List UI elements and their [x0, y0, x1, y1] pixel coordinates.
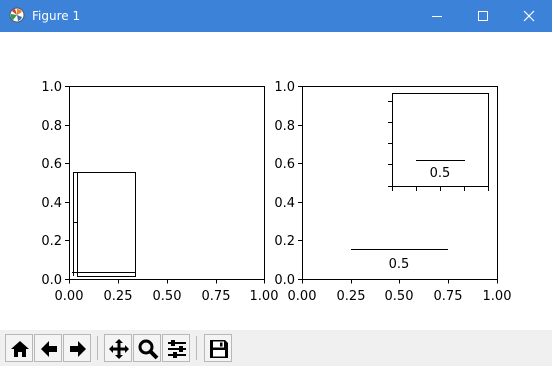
- save-icon: [210, 340, 228, 358]
- close-button[interactable]: [506, 0, 552, 32]
- minimize-button[interactable]: [414, 0, 460, 32]
- maximize-button[interactable]: [460, 0, 506, 32]
- left-xtick-label: 0.25: [104, 289, 133, 304]
- close-icon: [523, 10, 535, 22]
- left-xtick-label: 0.75: [202, 289, 231, 304]
- right-ytick-label: 0.0: [274, 273, 295, 288]
- zoom-button[interactable]: [133, 334, 161, 362]
- left-ytick-label: 0.6: [41, 157, 62, 172]
- forward-icon: [70, 341, 86, 357]
- right-xtick-label: 0.50: [385, 289, 414, 304]
- maximize-icon: [478, 11, 488, 21]
- matplotlib-icon: [9, 7, 25, 23]
- right-ytick-label: 0.8: [274, 119, 295, 134]
- left-xtick-label: 1.00: [250, 289, 279, 304]
- right-xtick-label: 0.25: [337, 289, 366, 304]
- toolbar-separator: [97, 336, 98, 360]
- pan-button[interactable]: [104, 334, 132, 362]
- back-icon: [41, 341, 57, 357]
- left-ytick-label: 0.8: [41, 119, 62, 134]
- figure-canvas[interactable]: 0.00 0.25 0.50 0.75 1.00 0.0 0.2 0.4 0.6…: [0, 32, 552, 330]
- minimize-icon: [432, 16, 442, 17]
- home-icon: [11, 341, 29, 357]
- right-axes: 0.00 0.25 0.50 0.75 1.00 0.0 0.2 0.4 0.6…: [274, 80, 511, 304]
- left-inset-axes: [72, 172, 136, 277]
- left-xtick-label: 0.00: [55, 289, 84, 304]
- right-inset-axes: 0.5: [388, 93, 489, 191]
- right-ytick-label: 0.4: [274, 196, 295, 211]
- navigation-toolbar: [0, 330, 552, 366]
- inset-scalebar-label: 0.5: [430, 166, 451, 181]
- right-ytick-label: 1.0: [274, 80, 295, 95]
- configure-subplots-button[interactable]: [162, 334, 190, 362]
- configure-subplots-icon: [168, 340, 186, 358]
- toolbar-separator: [196, 336, 197, 360]
- save-button[interactable]: [204, 334, 232, 362]
- right-xtick-label: 0.00: [288, 289, 317, 304]
- zoom-icon: [138, 339, 159, 360]
- left-axes: 0.00 0.25 0.50 0.75 1.00 0.0 0.2 0.4 0.6…: [41, 80, 278, 304]
- right-xtick-label: 0.75: [434, 289, 463, 304]
- forward-button[interactable]: [63, 334, 91, 362]
- pan-icon: [109, 339, 129, 359]
- scalebar-label: 0.5: [389, 257, 410, 272]
- right-xtick-label: 1.00: [483, 289, 512, 304]
- left-ytick-label: 0.0: [41, 273, 62, 288]
- right-ytick-label: 0.2: [274, 234, 295, 249]
- left-ytick-label: 0.4: [41, 196, 62, 211]
- back-button[interactable]: [34, 334, 62, 362]
- left-ytick-label: 0.2: [41, 234, 62, 249]
- right-ytick-label: 0.6: [274, 157, 295, 172]
- window-titlebar: Figure 1: [0, 0, 552, 32]
- left-ytick-label: 1.0: [41, 80, 62, 95]
- home-button[interactable]: [5, 334, 33, 362]
- window-title: Figure 1: [32, 9, 81, 23]
- left-xtick-label: 0.50: [153, 289, 182, 304]
